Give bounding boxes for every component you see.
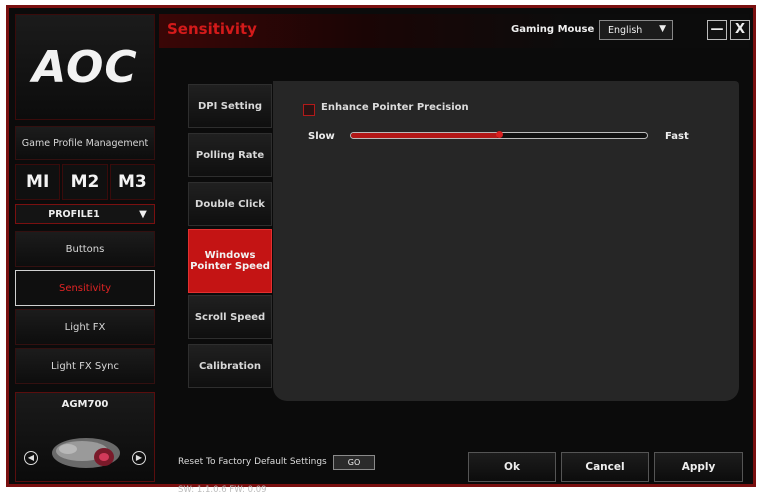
- ok-button[interactable]: Ok: [468, 452, 556, 482]
- tab-double-click[interactable]: Double Click: [188, 182, 272, 226]
- profile-label: PROFILE1: [48, 208, 100, 220]
- slow-label: Slow: [308, 131, 335, 142]
- language-value: English: [608, 24, 643, 36]
- device-name: AGM700: [61, 399, 109, 410]
- cancel-button[interactable]: Cancel: [561, 452, 649, 482]
- macro-button-m1[interactable]: MI: [15, 164, 61, 200]
- app-window: AOC Game Profile Management MI M2 M3 PRO…: [6, 5, 756, 495]
- close-button[interactable]: X: [730, 20, 750, 40]
- header-bar: Sensitivity Gaming Mouse English ▼ — X: [159, 14, 750, 48]
- previous-device-icon[interactable]: ◀: [24, 451, 38, 465]
- macro-button-row: MI M2 M3: [15, 164, 155, 200]
- settings-panel: Enhance Pointer Precision Slow Fast: [273, 81, 739, 401]
- pointer-speed-slider[interactable]: [350, 131, 648, 139]
- aoc-logo: AOC: [15, 14, 155, 120]
- enhance-pointer-precision-label: Enhance Pointer Precision: [321, 102, 469, 113]
- minimize-button[interactable]: —: [707, 20, 727, 40]
- device-type-label: Gaming Mouse: [511, 24, 595, 35]
- sidebar-item-sensitivity[interactable]: Sensitivity: [15, 270, 155, 306]
- tab-windows-pointer-speed[interactable]: Windows Pointer Speed: [188, 229, 272, 293]
- macro-button-m2[interactable]: M2: [62, 164, 108, 200]
- tab-dpi-setting[interactable]: DPI Setting: [188, 84, 272, 128]
- slider-thumb[interactable]: [496, 131, 503, 138]
- fast-label: Fast: [665, 131, 689, 142]
- device-panel: AGM700 ◀ ▶: [15, 392, 155, 482]
- tab-polling-rate[interactable]: Polling Rate: [188, 133, 272, 177]
- sidebar-item-buttons[interactable]: Buttons: [15, 231, 155, 267]
- version-info: SW: 1.1.0.6 FW: 0.09: [178, 485, 267, 495]
- macro-button-m3[interactable]: M3: [109, 164, 155, 200]
- tab-calibration[interactable]: Calibration: [188, 344, 272, 388]
- profile-dropdown[interactable]: PROFILE1 ▼: [15, 204, 155, 224]
- tab-scroll-speed[interactable]: Scroll Speed: [188, 295, 272, 339]
- slider-fill: [351, 133, 499, 138]
- next-device-icon[interactable]: ▶: [132, 451, 146, 465]
- sidebar-item-light-fx[interactable]: Light FX: [15, 309, 155, 345]
- game-profile-management-button[interactable]: Game Profile Management: [15, 126, 155, 160]
- left-panel: AOC Game Profile Management MI M2 M3 PRO…: [15, 14, 155, 482]
- enhance-pointer-precision-checkbox[interactable]: [303, 104, 315, 116]
- dropdown-triangle-icon: ▼: [139, 208, 147, 220]
- chevron-down-icon: ▼: [659, 24, 666, 34]
- gaming-mouse-image: [52, 438, 120, 468]
- language-select[interactable]: English ▼: [599, 20, 673, 40]
- logo-text: AOC: [32, 41, 138, 93]
- reset-defaults-label: Reset To Factory Default Settings: [178, 457, 327, 467]
- reset-go-button[interactable]: GO: [333, 455, 375, 470]
- sidebar-item-light-fx-sync[interactable]: Light FX Sync: [15, 348, 155, 384]
- page-title: Sensitivity: [167, 20, 257, 38]
- apply-button[interactable]: Apply: [654, 452, 743, 482]
